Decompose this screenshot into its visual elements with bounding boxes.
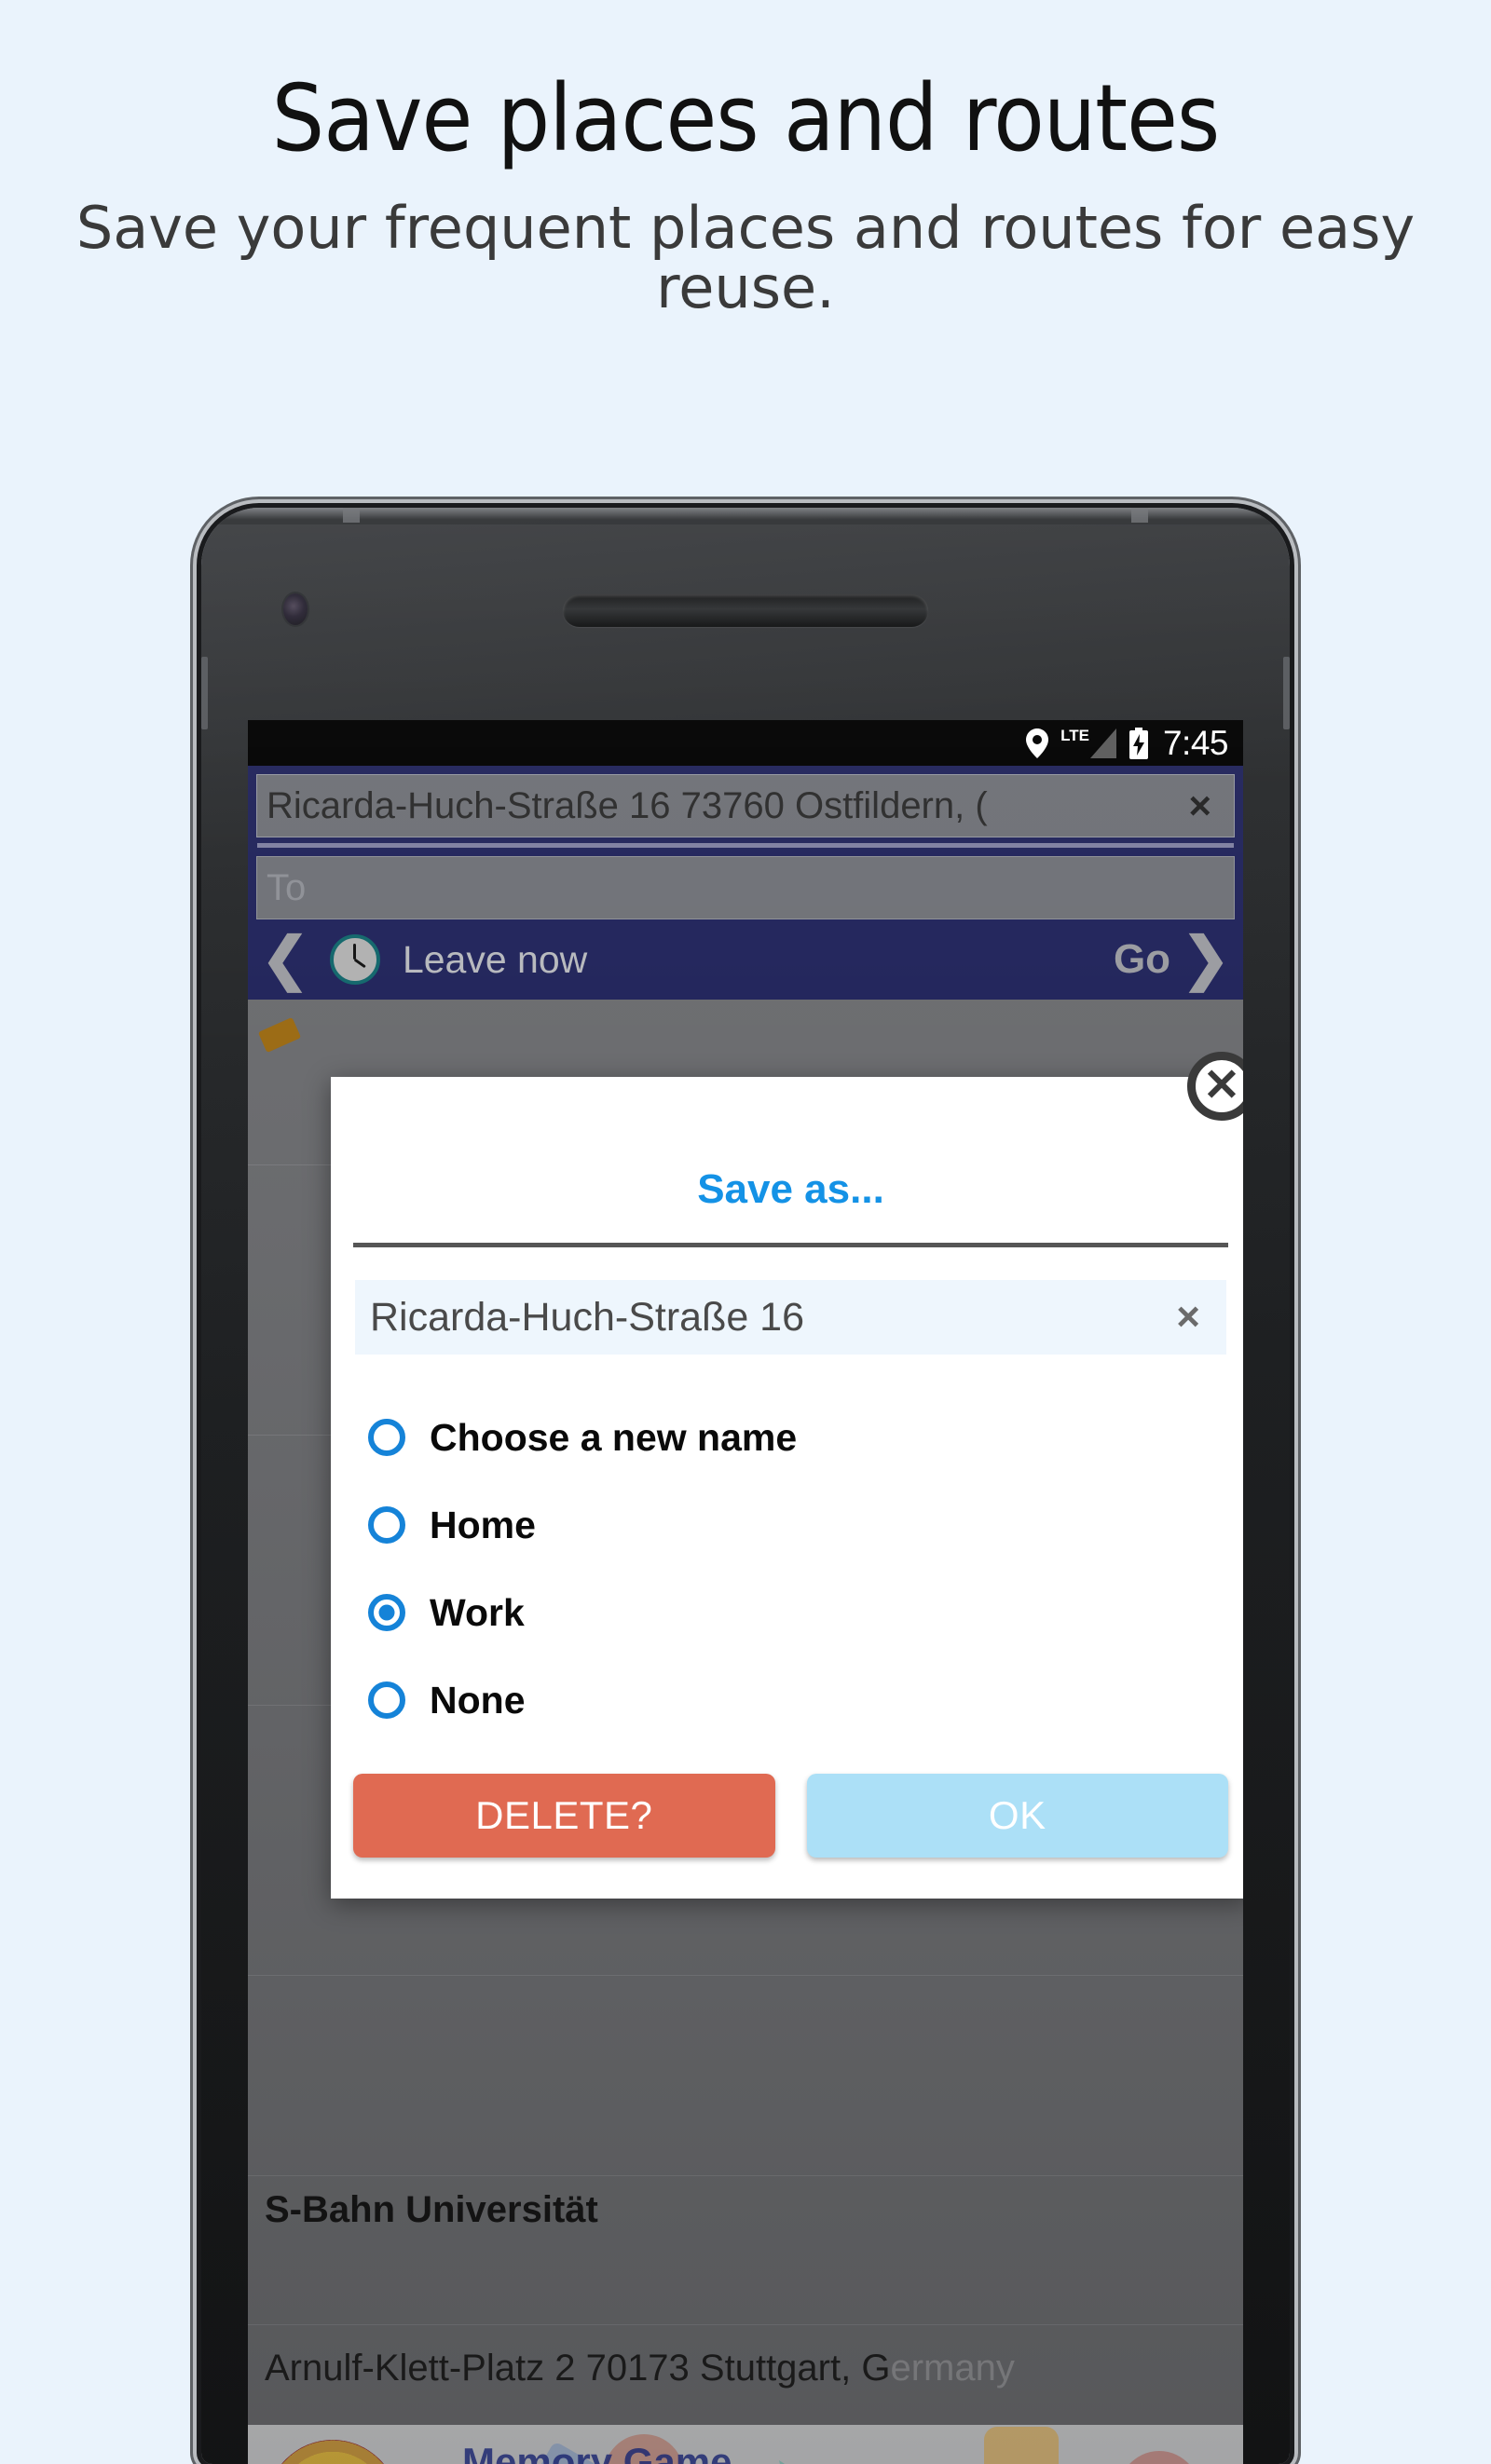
dialog-actions: DELETE? OK — [331, 1744, 1243, 1899]
save-name-clear-icon[interactable]: × — [1176, 1294, 1211, 1341]
radio-unchecked-icon[interactable] — [368, 1506, 405, 1544]
sri-yantra-mandala-icon — [267, 2440, 399, 2464]
radio-checked-icon[interactable] — [368, 1594, 405, 1631]
battery-charging-icon — [1129, 727, 1149, 759]
radio-unchecked-icon[interactable] — [368, 1681, 405, 1719]
radio-unchecked-icon[interactable] — [368, 1419, 405, 1456]
chevron-left-icon[interactable]: ❮ — [261, 931, 309, 988]
ad-decoration-shape — [1115, 2451, 1204, 2464]
save-name-value: Ricarda-Huch-Straße 16 — [370, 1294, 805, 1340]
chevron-right-icon[interactable]: ❯ — [1182, 931, 1230, 988]
option-choose-a-new-name[interactable]: Choose a new name — [331, 1394, 1243, 1481]
to-input[interactable]: To — [256, 856, 1235, 919]
front-camera-icon — [283, 593, 308, 625]
result-address-main: Arnulf-Klett-Platz 2 70173 Stuttgart, G — [265, 2348, 891, 2389]
from-field-row: Ricarda-Huch-Straße 16 73760 Ostfildern,… — [248, 766, 1243, 837]
ad-title: Memory Game — [462, 2440, 732, 2464]
dialog-divider — [353, 1243, 1228, 1247]
clock-icon[interactable] — [329, 934, 380, 985]
ad-decoration-shape — [984, 2427, 1059, 2464]
departure-time-label[interactable]: Leave now — [403, 938, 1114, 982]
to-input-placeholder: To — [267, 866, 307, 908]
dialog-title: Save as... — [697, 1166, 884, 1212]
phone-bezel-nub-right — [1131, 508, 1148, 523]
result-address-faded: ermany — [890, 2348, 1015, 2389]
phone-screen: LTE 7:45 Ricarda-Huch-Straße 16 73760 Os… — [248, 720, 1243, 2464]
option-work[interactable]: Work — [331, 1569, 1243, 1656]
route-controls-row: ❮ Leave now Go ❯ — [248, 919, 1243, 1000]
table-row[interactable]: S-Bahn Universität — [248, 2176, 1243, 2325]
route-search-header: Ricarda-Huch-Straße 16 73760 Ostfildern,… — [248, 766, 1243, 1000]
location-pin-icon — [1026, 728, 1049, 758]
option-home[interactable]: Home — [331, 1481, 1243, 1569]
option-label: Choose a new name — [430, 1415, 798, 1459]
promo-header: Save places and routes Save your frequen… — [0, 0, 1491, 318]
phone-side-button-left — [201, 657, 208, 729]
result-address: Arnulf-Klett-Platz 2 70173 Stuttgart, Ge… — [265, 2348, 1226, 2389]
save-as-dialog: ✕ Save as... Ricarda-Huch-Straße 16 × Ch… — [331, 1052, 1243, 1899]
go-button[interactable]: Go — [1114, 936, 1170, 983]
favourite-star-icon — [257, 1016, 302, 1054]
earpiece-speaker — [563, 594, 928, 627]
phone-device-frame: LTE 7:45 Ricarda-Huch-Straße 16 73760 Os… — [201, 508, 1290, 2464]
option-none[interactable]: None — [331, 1656, 1243, 1744]
page-title: Save places and routes — [271, 65, 1221, 172]
page-subtitle: Save your frequent places and routes for… — [75, 194, 1416, 321]
result-title: S-Bahn Universität — [265, 2189, 598, 2230]
status-bar-clock: 7:45 — [1162, 723, 1229, 762]
delete-button[interactable]: DELETE? — [353, 1774, 775, 1858]
save-name-input[interactable]: Ricarda-Huch-Straße 16 × — [355, 1280, 1226, 1355]
network-signal-icon: LTE — [1060, 728, 1116, 758]
table-row[interactable]: Arnulf-Klett-Platz 2 70173 Stuttgart, Ge… — [248, 2325, 1243, 2403]
from-clear-icon[interactable]: × — [1175, 783, 1224, 828]
phone-top-bezel-strip — [201, 508, 1290, 524]
status-bar: LTE 7:45 — [248, 720, 1243, 766]
table-row[interactable] — [248, 1976, 1243, 2176]
phone-side-button-right — [1283, 657, 1290, 729]
close-glyph: ✕ — [1202, 1061, 1241, 1110]
phone-bezel-nub-left — [343, 508, 360, 523]
to-field-row: To — [248, 848, 1243, 919]
from-input-value: Ricarda-Huch-Straße 16 73760 Ostfildern,… — [267, 784, 988, 826]
option-label: Home — [430, 1503, 536, 1546]
option-label: None — [430, 1678, 526, 1722]
ad-banner[interactable]: Memory Game Real images, Voice Memory, T… — [248, 2425, 1243, 2464]
network-type-label: LTE — [1060, 727, 1089, 744]
save-as-options: Choose a new name Home Work None — [331, 1355, 1243, 1744]
from-input[interactable]: Ricarda-Huch-Straße 16 73760 Ostfildern,… — [256, 774, 1235, 837]
option-label: Work — [430, 1590, 525, 1634]
ok-button[interactable]: OK — [806, 1774, 1228, 1858]
ad-decoration-shape — [779, 2460, 846, 2464]
